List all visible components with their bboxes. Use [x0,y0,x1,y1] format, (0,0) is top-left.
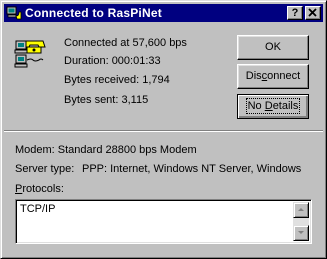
disconnect-label-pre: Dis [245,70,262,82]
window-title: Connected to RasPiNet [25,6,162,20]
server-type-label: Server type: [15,163,75,175]
protocols-listbox[interactable]: TCP/IP [15,199,312,244]
down-arrow-icon [298,231,304,234]
bytes-received: Bytes received: 1,794 [64,74,170,86]
disconnect-label-post: onnect [267,70,301,82]
disconnect-button[interactable]: Disconnect [237,64,309,89]
connection-speed: Connected at 57,600 bps [64,37,187,49]
help-button[interactable]: ? [287,6,303,20]
scroll-up-button[interactable] [293,202,309,218]
close-button[interactable] [305,6,321,20]
vertical-scrollbar[interactable] [293,202,309,241]
duration: Duration: 000:01:33 [64,55,161,67]
list-item[interactable]: TCP/IP [20,203,55,215]
details-label-post: etails [272,100,299,112]
scroll-down-button[interactable] [293,225,309,241]
modem-info: Modem: Standard 28800 bps Modem [15,144,197,156]
details-label-pre: No [247,100,265,112]
close-icon [308,8,317,17]
protocols-label-rest: rotocols: [22,183,64,195]
no-details-label: No Details [245,98,301,114]
dialog-window: Connected to RasPiNet ? Connected at 57,… [0,0,327,259]
up-arrow-icon [298,208,304,211]
protocols-label: Protocols: [15,183,64,195]
title-bar[interactable]: Connected to RasPiNet ? [4,4,323,22]
ok-button[interactable]: OK [237,35,309,60]
bytes-sent: Bytes sent: 3,115 [64,94,149,106]
connected-computers-icon [13,37,49,73]
dialup-network-icon [6,5,22,21]
no-details-button[interactable]: No Details [237,94,309,119]
details-mnemonic: D [264,100,273,112]
server-type-value: PPP: Internet, Windows NT Server, Window… [82,163,302,175]
separator [4,130,323,132]
